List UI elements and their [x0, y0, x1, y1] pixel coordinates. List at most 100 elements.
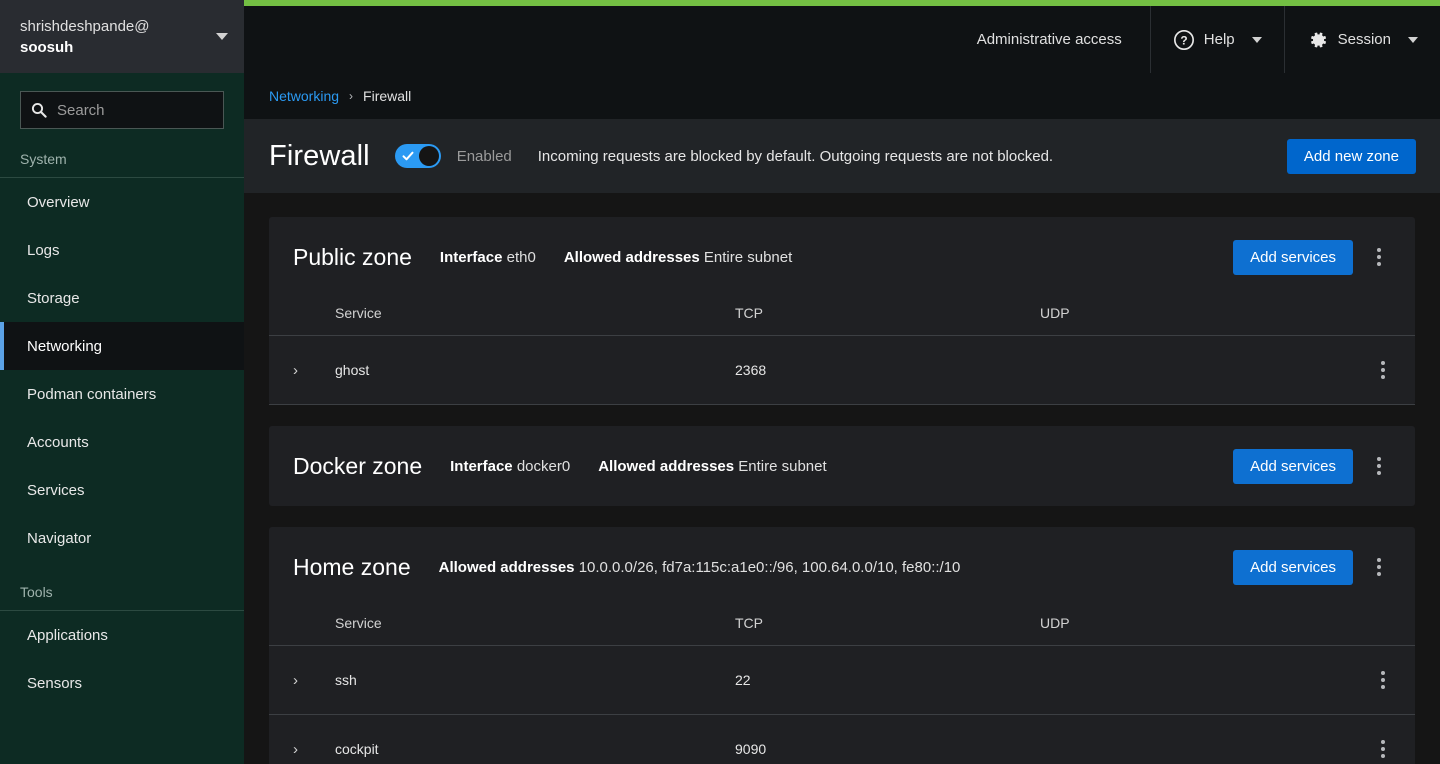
page-title: Firewall — [269, 140, 370, 173]
administrative-access-label: Administrative access — [977, 31, 1122, 48]
help-menu[interactable]: ? Help — [1150, 6, 1284, 73]
sidebar-item-label: Services — [27, 482, 85, 499]
sidebar-item-logs[interactable]: Logs — [0, 226, 244, 274]
sidebar-item-services[interactable]: Services — [0, 466, 244, 514]
add-services-button[interactable]: Add services — [1233, 240, 1353, 275]
add-services-button[interactable]: Add services — [1233, 550, 1353, 585]
session-label: Session — [1338, 31, 1391, 48]
sidebar-item-storage[interactable]: Storage — [0, 274, 244, 322]
kebab-menu-icon[interactable] — [1365, 662, 1401, 698]
kebab-wrap — [1345, 662, 1415, 698]
services-table: Service TCP UDP › ssh 22 — [269, 607, 1415, 764]
sidebar-item-label: Networking — [27, 338, 102, 355]
row-expand-cell[interactable]: › — [269, 715, 335, 764]
table-header-row: Service TCP UDP — [269, 607, 1415, 646]
zone-interface-value: docker0 — [517, 458, 570, 475]
sidebar-item-networking[interactable]: Networking — [0, 322, 244, 370]
col-tcp: TCP — [735, 607, 1040, 646]
col-tcp: TCP — [735, 297, 1040, 336]
sidebar-item-label: Overview — [27, 194, 90, 211]
breadcrumb-separator-icon: › — [349, 89, 353, 103]
host-user: shrishdeshpande@ — [20, 16, 208, 37]
table-header-row: Service TCP UDP — [269, 297, 1415, 336]
cell-service: ssh — [335, 646, 735, 715]
cell-service: ghost — [335, 336, 735, 405]
table-head: Service TCP UDP — [269, 297, 1415, 336]
masthead: Administrative access ? Help Session — [244, 6, 1440, 73]
kebab-menu-icon[interactable] — [1361, 448, 1397, 484]
cell-udp — [1040, 715, 1345, 764]
zone-interface: Interface eth0 — [440, 249, 536, 266]
col-actions — [1345, 607, 1415, 646]
sidebar-item-applications[interactable]: Applications — [0, 611, 244, 659]
sidebar-item-overview[interactable]: Overview — [0, 178, 244, 226]
host-name: shrishdeshpande@ soosuh — [20, 16, 208, 58]
search-icon — [31, 102, 47, 118]
row-expand-cell[interactable]: › — [269, 336, 335, 405]
zones-list: Public zone Interface eth0 Allowed addre… — [244, 193, 1440, 764]
breadcrumb-link-networking[interactable]: Networking — [269, 88, 339, 104]
zone-interface-label: Interface — [440, 249, 503, 266]
chevron-right-icon[interactable]: › — [293, 741, 311, 758]
kebab-menu-icon[interactable] — [1361, 549, 1397, 585]
sidebar-item-accounts[interactable]: Accounts — [0, 418, 244, 466]
zone-addresses-label: Allowed addresses — [598, 458, 734, 475]
zone-addresses-value: 10.0.0.0/26, fd7a:115c:a1e0::/96, 100.64… — [579, 559, 961, 576]
add-new-zone-button[interactable]: Add new zone — [1287, 139, 1416, 174]
col-expand — [269, 607, 335, 646]
zone-addresses: Allowed addresses 10.0.0.0/26, fd7a:115c… — [439, 559, 961, 576]
zone-addresses-label: Allowed addresses — [439, 559, 575, 576]
table-row[interactable]: › ssh 22 — [269, 646, 1415, 715]
add-services-button[interactable]: Add services — [1233, 449, 1353, 484]
cell-actions — [1345, 336, 1415, 405]
search-box[interactable] — [20, 91, 224, 129]
breadcrumb-current: Firewall — [363, 88, 411, 104]
caret-down-icon — [1408, 37, 1418, 43]
kebab-wrap — [1345, 731, 1415, 764]
sidebar-item-sensors[interactable]: Sensors — [0, 659, 244, 707]
table-head: Service TCP UDP — [269, 607, 1415, 646]
search-input[interactable] — [57, 102, 213, 119]
nav-group-label-tools: Tools — [0, 584, 244, 610]
kebab-wrap — [1345, 352, 1415, 388]
administrative-access-button[interactable]: Administrative access — [949, 6, 1150, 73]
sidebar-item-label: Logs — [27, 242, 60, 259]
help-label: Help — [1204, 31, 1235, 48]
cell-udp — [1040, 336, 1345, 405]
sidebar-item-label: Accounts — [27, 434, 89, 451]
col-udp: UDP — [1040, 607, 1345, 646]
toggle-state-label: Enabled — [457, 148, 512, 165]
app-root: shrishdeshpande@ soosuh System Overview — [0, 0, 1440, 764]
cell-udp — [1040, 646, 1345, 715]
sidebar-item-label: Podman containers — [27, 386, 156, 403]
zone-interface-value: eth0 — [507, 249, 536, 266]
row-expand-cell[interactable]: › — [269, 646, 335, 715]
sidebar-item-label: Sensors — [27, 675, 82, 692]
chevron-right-icon[interactable]: › — [293, 672, 311, 689]
table-row[interactable]: › cockpit 9090 — [269, 715, 1415, 764]
zone-card-docker: Docker zone Interface docker0 Allowed ad… — [269, 426, 1415, 506]
host-switcher[interactable]: shrishdeshpande@ soosuh — [0, 0, 244, 73]
kebab-menu-icon[interactable] — [1361, 239, 1397, 275]
nav-group-system: System Overview Logs Storage Networking … — [0, 151, 244, 562]
cell-tcp: 9090 — [735, 715, 1040, 764]
col-actions — [1345, 297, 1415, 336]
kebab-menu-icon[interactable] — [1365, 352, 1401, 388]
sidebar-item-podman-containers[interactable]: Podman containers — [0, 370, 244, 418]
nav-group-label-system: System — [0, 151, 244, 177]
firewall-toggle[interactable] — [395, 144, 441, 168]
kebab-menu-icon[interactable] — [1365, 731, 1401, 764]
session-menu[interactable]: Session — [1284, 6, 1440, 73]
page-header: Firewall Enabled Incoming requests are b… — [244, 119, 1440, 193]
zone-interface: Interface docker0 — [450, 458, 570, 475]
cell-tcp: 22 — [735, 646, 1040, 715]
chevron-right-icon[interactable]: › — [293, 362, 311, 379]
table-body: › ssh 22 — [269, 646, 1415, 764]
gear-icon — [1307, 29, 1329, 51]
services-table: Service TCP UDP › ghost 2368 — [269, 297, 1415, 405]
sidebar-item-label: Storage — [27, 290, 80, 307]
sidebar-item-navigator[interactable]: Navigator — [0, 514, 244, 562]
zone-addresses: Allowed addresses Entire subnet — [598, 458, 826, 475]
sidebar: shrishdeshpande@ soosuh System Overview — [0, 0, 244, 764]
table-row[interactable]: › ghost 2368 — [269, 336, 1415, 405]
